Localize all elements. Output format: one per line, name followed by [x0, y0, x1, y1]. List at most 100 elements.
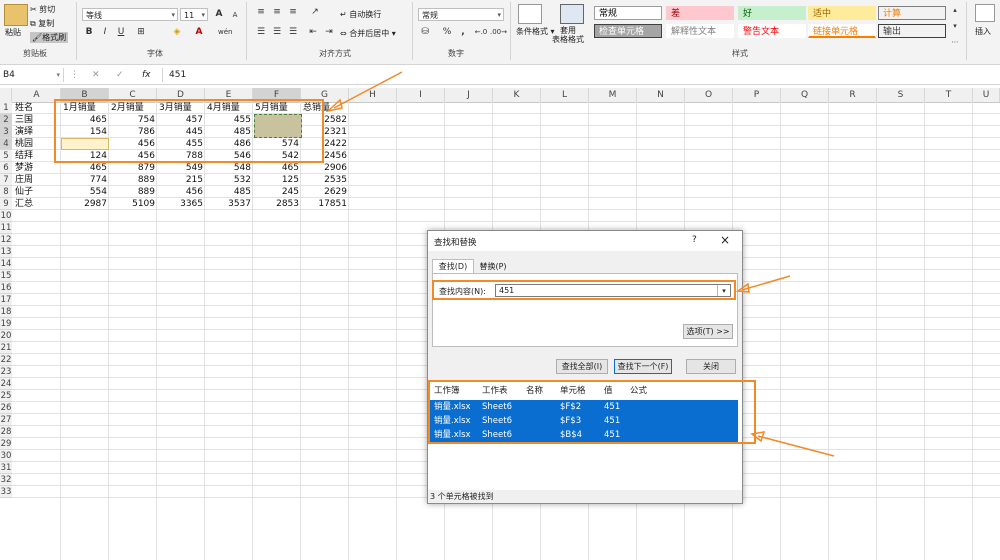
font-size-combo[interactable]: 11 ▾ — [180, 8, 208, 21]
column-header[interactable]: J — [445, 88, 493, 102]
currency-icon[interactable]: ⛁ — [418, 26, 432, 39]
row-header[interactable]: 18 — [0, 306, 12, 318]
data-cell[interactable]: 774 — [61, 174, 109, 186]
row-header[interactable]: 30 — [0, 450, 12, 462]
options-button[interactable]: 选项(T) >> — [683, 324, 733, 339]
row-header[interactable]: 9 — [0, 198, 12, 210]
font-name-combo[interactable]: 等线 ▾ — [82, 8, 178, 21]
fill-color-icon[interactable]: ◈ — [170, 26, 184, 39]
insert-function-button[interactable]: fx — [142, 68, 151, 82]
shrink-font-button[interactable]: A — [228, 9, 242, 22]
row-header[interactable]: 25 — [0, 390, 12, 402]
align-bottom-icon[interactable]: ≡ — [286, 6, 300, 19]
row-header[interactable]: 13 — [0, 246, 12, 258]
font-color-icon[interactable]: A — [192, 26, 206, 39]
data-cell[interactable]: 3537 — [205, 198, 253, 210]
row-header[interactable]: 15 — [0, 270, 12, 282]
table-format-icon[interactable] — [560, 4, 584, 24]
row-header[interactable]: 32 — [0, 474, 12, 486]
paste-button[interactable]: 粘贴 — [5, 27, 21, 38]
insert-icon[interactable] — [975, 4, 995, 22]
data-cell[interactable]: 2535 — [301, 174, 349, 186]
cell-style-option[interactable]: 好 — [738, 6, 806, 20]
format-as-table-button[interactable]: 套用 表格格式 — [552, 26, 584, 44]
format-painter-button[interactable]: 🖌格式刷 — [30, 32, 69, 43]
data-cell[interactable]: 554 — [61, 186, 109, 198]
data-cell[interactable]: 3365 — [157, 198, 205, 210]
conditional-format-icon[interactable] — [518, 4, 542, 24]
bold-button[interactable]: B — [82, 26, 96, 39]
data-cell[interactable]: 532 — [205, 174, 253, 186]
scroll-up-icon[interactable]: ▴ — [948, 4, 962, 17]
cell-style-option[interactable]: 适中 — [808, 6, 876, 20]
merge-center-button[interactable]: ⇔ 合并后居中 ▾ — [340, 28, 396, 39]
row-header[interactable]: 17 — [0, 294, 12, 306]
close-icon[interactable]: × — [720, 233, 730, 247]
align-middle-icon[interactable]: ≡ — [270, 6, 284, 19]
increase-decimal-icon[interactable]: ←.0 — [474, 26, 488, 39]
row-header[interactable]: 10 — [0, 210, 12, 222]
data-cell[interactable]: 889 — [109, 186, 157, 198]
row-header[interactable]: 26 — [0, 402, 12, 414]
row-header[interactable]: 28 — [0, 426, 12, 438]
row-header[interactable]: 3 — [0, 126, 12, 138]
row-header[interactable]: 8 — [0, 186, 12, 198]
row-header[interactable]: 20 — [0, 330, 12, 342]
row-header[interactable]: 19 — [0, 318, 12, 330]
name-box[interactable]: B4 ▾ — [0, 68, 64, 82]
row-header[interactable]: 21 — [0, 342, 12, 354]
enter-icon[interactable]: ✓ — [116, 68, 124, 82]
italic-button[interactable]: I — [98, 26, 112, 39]
data-cell[interactable]: 5109 — [109, 198, 157, 210]
data-cell[interactable]: 879 — [109, 162, 157, 174]
data-cell[interactable]: 549 — [157, 162, 205, 174]
data-cell[interactable]: 梦游 — [13, 162, 61, 174]
column-header[interactable]: P — [733, 88, 781, 102]
scroll-down-icon[interactable]: ▾ — [948, 20, 962, 33]
align-top-icon[interactable]: ≡ — [254, 6, 268, 19]
close-button[interactable]: 关闭 — [686, 359, 736, 374]
data-cell[interactable]: 庄周 — [13, 174, 61, 186]
data-cell[interactable]: 2987 — [61, 198, 109, 210]
number-format-combo[interactable]: 常规 ▾ — [418, 8, 504, 21]
percent-button[interactable]: % — [440, 26, 454, 39]
column-header[interactable]: M — [589, 88, 637, 102]
data-cell[interactable]: 485 — [205, 186, 253, 198]
indent-increase-icon[interactable]: ⇥ — [322, 26, 336, 39]
column-header[interactable]: O — [685, 88, 733, 102]
column-header[interactable]: N — [637, 88, 685, 102]
row-header[interactable]: 2 — [0, 114, 12, 126]
row-header[interactable]: 23 — [0, 366, 12, 378]
data-cell[interactable]: 2853 — [253, 198, 301, 210]
wrap-text-button[interactable]: ↵ 自动换行 — [340, 9, 381, 20]
data-cell[interactable]: 2906 — [301, 162, 349, 174]
column-header[interactable]: T — [925, 88, 973, 102]
row-header[interactable]: 24 — [0, 378, 12, 390]
cell-style-option[interactable]: 常规 — [594, 6, 662, 20]
data-cell[interactable]: 465 — [61, 162, 109, 174]
row-header[interactable]: 33 — [0, 486, 12, 498]
data-cell[interactable]: 456 — [157, 186, 205, 198]
tab-find[interactable]: 查找(D) — [432, 259, 474, 274]
phonetic-button[interactable]: wén — [218, 26, 232, 39]
cell-style-option[interactable]: 检查单元格 — [594, 24, 662, 38]
align-center-icon[interactable]: ☰ — [270, 26, 284, 39]
cell-style-option[interactable]: 计算 — [878, 6, 946, 20]
column-header[interactable]: L — [541, 88, 589, 102]
indent-decrease-icon[interactable]: ⇤ — [306, 26, 320, 39]
row-header[interactable]: 5 — [0, 150, 12, 162]
row-header[interactable]: 7 — [0, 174, 12, 186]
tab-replace[interactable]: 替换(P) — [474, 260, 512, 273]
data-cell[interactable]: 465 — [253, 162, 301, 174]
cell-style-option[interactable]: 警告文本 — [738, 24, 806, 38]
data-cell[interactable]: 889 — [109, 174, 157, 186]
grow-font-button[interactable]: A — [212, 8, 226, 21]
conditional-format-button[interactable]: 条件格式 ▾ — [516, 26, 555, 37]
row-header[interactable]: 1 — [0, 102, 12, 114]
decrease-decimal-icon[interactable]: .00→ — [490, 26, 507, 39]
paste-icon[interactable] — [4, 4, 28, 26]
row-header[interactable]: 31 — [0, 462, 12, 474]
insert-button[interactable]: 插入 — [975, 26, 991, 37]
data-cell[interactable]: 仙子 — [13, 186, 61, 198]
cell-style-option[interactable]: 输出 — [878, 24, 946, 38]
